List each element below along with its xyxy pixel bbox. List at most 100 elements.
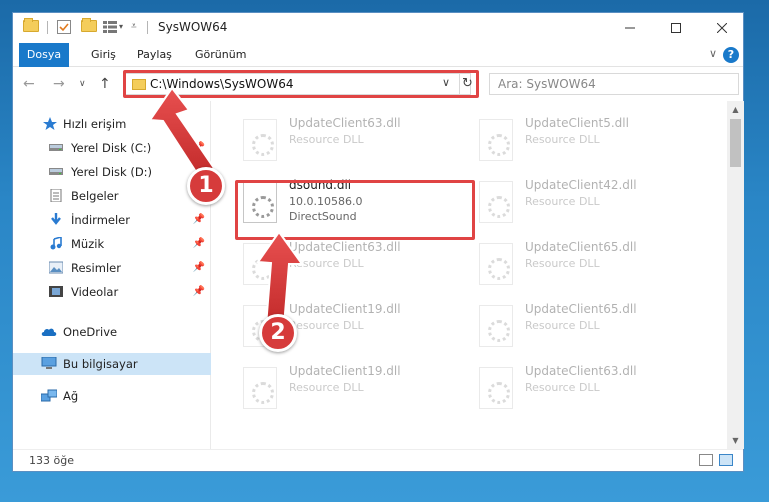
search-input[interactable]: Ara: SysWOW64	[489, 73, 739, 95]
file-description: Resource DLL	[289, 319, 364, 332]
refresh-icon[interactable]: ↻	[459, 74, 473, 94]
nav-item-videos[interactable]: Videolar 📌	[13, 281, 211, 303]
step-badge-1: 1	[187, 167, 225, 205]
chevron-down-icon[interactable]: ▾	[119, 22, 123, 37]
drive-icon	[49, 144, 63, 151]
customize-toolbar-icon[interactable]: ⩡	[131, 21, 137, 36]
dll-file-icon	[479, 119, 513, 161]
file-name: dsound.dll	[289, 178, 352, 192]
file-item[interactable]: UpdateClient42.dll Resource DLL	[475, 175, 705, 235]
music-icon	[50, 237, 62, 250]
pin-icon[interactable]: 📌	[193, 214, 205, 225]
maximize-button[interactable]	[653, 13, 699, 43]
dll-file-icon	[243, 181, 277, 223]
file-description: Resource DLL	[525, 195, 600, 208]
file-item[interactable]: UpdateClient19.dll Resource DLL	[239, 361, 469, 421]
nav-item-label: İndirmeler	[71, 213, 130, 227]
properties-icon[interactable]	[57, 20, 71, 34]
recent-locations-icon[interactable]: ∨	[79, 79, 86, 89]
file-description: Resource DLL	[525, 133, 600, 146]
vertical-scrollbar[interactable]: ▲ ▼	[727, 101, 744, 449]
expand-ribbon-icon[interactable]: ∨	[709, 47, 717, 60]
minimize-button[interactable]	[607, 13, 653, 43]
nav-item-label: Bu bilgisayar	[63, 357, 138, 371]
tiles-view-icon[interactable]	[719, 454, 733, 466]
address-dropdown-icon[interactable]: ∨	[442, 76, 450, 89]
nav-item-label: Belgeler	[71, 189, 119, 203]
file-description: Resource DLL	[525, 381, 600, 394]
window-title: SysWOW64	[158, 20, 228, 34]
ribbon-tabs: Dosya Giriş Paylaş Görünüm ∨ ?	[13, 43, 743, 67]
navigation-bar: ← → ∨ ↑ C:\Windows\SysWOW64 ∨ ↻ Ara: Sys…	[13, 67, 743, 101]
tab-view[interactable]: Görünüm	[195, 43, 246, 67]
nav-item-quick-access[interactable]: Hızlı erişim	[13, 113, 211, 135]
file-list: UpdateClient63.dll Resource DLL UpdateCl…	[213, 101, 727, 449]
nav-item-documents[interactable]: Belgeler 📌	[13, 185, 211, 207]
close-button[interactable]	[699, 13, 745, 43]
address-bar[interactable]: C:\Windows\SysWOW64 ∨ ↻	[125, 73, 473, 95]
nav-item-label: Yerel Disk (C:)	[71, 141, 152, 155]
separator	[147, 21, 148, 34]
tab-home[interactable]: Giriş	[91, 43, 116, 67]
forward-arrow-icon[interactable]: →	[53, 76, 65, 92]
file-item[interactable]: UpdateClient65.dll Resource DLL	[475, 299, 705, 359]
address-text[interactable]: C:\Windows\SysWOW64	[150, 77, 294, 91]
pin-icon[interactable]: 📌	[193, 142, 205, 153]
file-description: Resource DLL	[525, 257, 600, 270]
nav-item-onedrive[interactable]: OneDrive	[13, 321, 211, 343]
file-name: UpdateClient19.dll	[289, 364, 401, 378]
nav-item-music[interactable]: Müzik 📌	[13, 233, 211, 255]
nav-item-downloads[interactable]: İndirmeler 📌	[13, 209, 211, 231]
video-icon	[49, 286, 63, 297]
file-description: Resource DLL	[289, 133, 364, 146]
file-item[interactable]: UpdateClient63.dll Resource DLL	[239, 237, 469, 297]
file-explorer-window: ▾ ⩡ SysWOW64 Dosya Giriş Paylaş Görünüm …	[12, 12, 744, 472]
view-details-icon[interactable]	[103, 21, 117, 36]
scroll-down-icon[interactable]: ▼	[727, 432, 744, 449]
star-icon	[43, 117, 57, 130]
file-item[interactable]: UpdateClient5.dll Resource DLL	[475, 113, 705, 173]
nav-item-pictures[interactable]: Resimler 📌	[13, 257, 211, 279]
nav-item-label: Müzik	[71, 237, 105, 251]
drive-icon	[49, 168, 63, 175]
pin-icon[interactable]: 📌	[193, 238, 205, 249]
file-item[interactable]: UpdateClient65.dll Resource DLL	[475, 237, 705, 297]
up-arrow-icon[interactable]: ↑	[99, 76, 111, 92]
dll-file-icon	[479, 305, 513, 347]
new-folder-icon[interactable]	[81, 18, 97, 32]
dll-file-icon	[479, 367, 513, 409]
tab-share[interactable]: Paylaş	[137, 43, 172, 67]
scroll-thumb[interactable]	[730, 119, 741, 167]
file-item-dsound[interactable]: dsound.dll 10.0.10586.0 DirectSound	[239, 175, 469, 235]
title-bar: ▾ ⩡ SysWOW64	[13, 13, 743, 43]
pin-icon[interactable]: 📌	[193, 262, 205, 273]
nav-item-local-disk-c[interactable]: Yerel Disk (C:) 📌	[13, 137, 211, 159]
step-badge-2: 2	[259, 314, 297, 352]
nav-item-network[interactable]: Ağ	[13, 385, 211, 407]
nav-item-label: OneDrive	[63, 325, 118, 339]
scroll-up-icon[interactable]: ▲	[727, 101, 744, 118]
cloud-icon	[41, 328, 57, 336]
nav-item-local-disk-d[interactable]: Yerel Disk (D:) 📌	[13, 161, 211, 183]
nav-item-this-pc[interactable]: Bu bilgisayar	[13, 353, 211, 375]
file-description: Resource DLL	[289, 257, 364, 270]
file-name: UpdateClient5.dll	[525, 116, 629, 130]
documents-icon	[50, 189, 62, 202]
pin-icon[interactable]: 📌	[193, 286, 205, 297]
tab-file[interactable]: Dosya	[19, 43, 69, 67]
file-item[interactable]: UpdateClient63.dll Resource DLL	[475, 361, 705, 421]
help-button[interactable]: ?	[723, 47, 739, 63]
details-view-icon[interactable]	[699, 454, 713, 466]
dll-file-icon	[243, 119, 277, 161]
file-description: DirectSound	[289, 210, 357, 223]
file-description: Resource DLL	[289, 381, 364, 394]
back-arrow-icon[interactable]: ←	[23, 76, 35, 92]
file-item[interactable]: UpdateClient63.dll Resource DLL	[239, 113, 469, 173]
nav-item-label: Yerel Disk (D:)	[71, 165, 153, 179]
download-icon	[51, 213, 61, 225]
file-name: UpdateClient65.dll	[525, 302, 637, 316]
nav-item-label: Ağ	[63, 389, 79, 403]
file-name: UpdateClient63.dll	[525, 364, 637, 378]
dll-file-icon	[479, 243, 513, 285]
pictures-icon	[49, 261, 63, 274]
